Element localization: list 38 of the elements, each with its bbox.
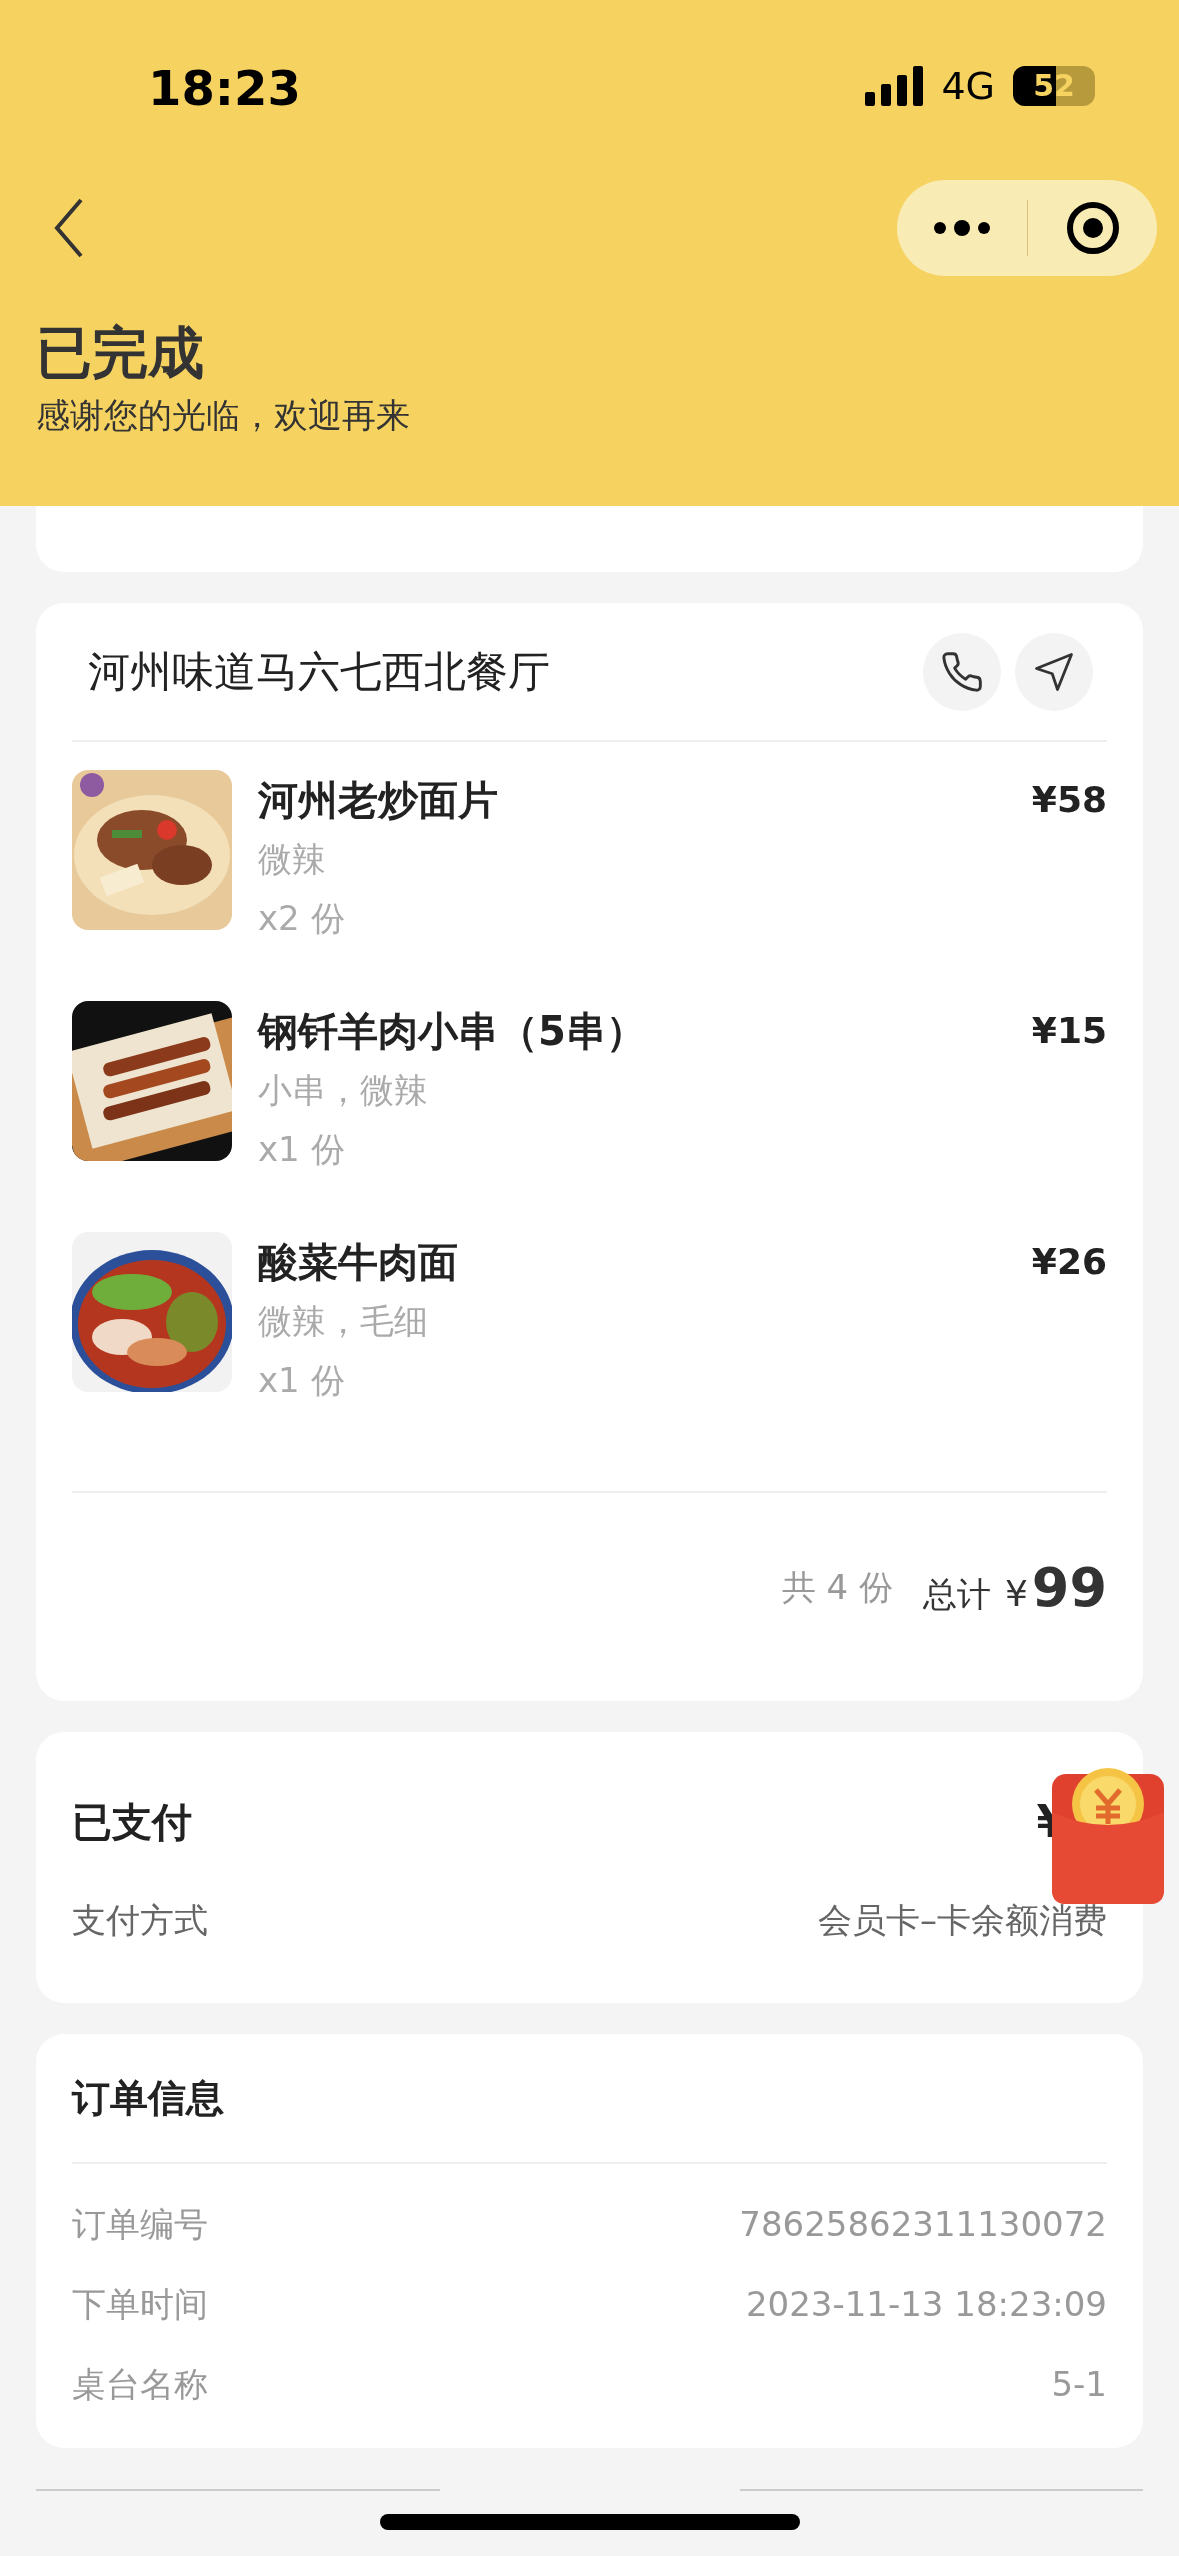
info-value: 78625862311130072 [739, 2202, 1107, 2246]
order-info-title: 订单信息 [72, 2074, 224, 2122]
dish-name: 河州老炒面片 [258, 776, 498, 825]
dish-options: 小串，微辣 [258, 1061, 1107, 1119]
phone-icon [940, 649, 984, 694]
info-label: 下单时间 [72, 2282, 208, 2326]
dish-name: 钢钎羊肉小串（5串） [258, 1007, 646, 1056]
total-currency: ¥ [1004, 1571, 1028, 1616]
dish-price: ¥26 [1031, 1240, 1107, 1284]
network-label: 4G [941, 67, 995, 105]
navigation-arrow-icon [1033, 650, 1075, 693]
total-amount: 99 [1031, 1554, 1107, 1621]
page-title: 已完成 [36, 319, 205, 387]
dish-price: ¥58 [1031, 778, 1107, 822]
status-time: 18:23 [148, 64, 301, 112]
dish-price: ¥15 [1031, 1009, 1107, 1053]
total-label: 总计 [922, 1572, 991, 1616]
page-subtitle: 感谢您的光临，欢迎再来 [36, 394, 410, 437]
info-label: 桌台名称 [72, 2362, 208, 2406]
target-icon [1065, 201, 1120, 255]
dish-options: 微辣，毛细 [258, 1292, 1107, 1350]
payment-method-label: 支付方式 [72, 1899, 208, 1942]
payment-status: 已支付 [72, 1798, 192, 1847]
item-count: 共 4 份 [781, 1565, 893, 1609]
dish-quantity: x1 份 [258, 1128, 346, 1171]
info-label: 订单编号 [72, 2202, 208, 2246]
back-icon [54, 198, 84, 258]
dish-name: 酸菜牛肉面 [258, 1238, 458, 1287]
restaurant-name: 河州味道马六七西北餐厅 [88, 646, 550, 698]
dish-quantity: x2 份 [258, 897, 346, 940]
payment-method-value: 会员卡–卡余额消费 [818, 1899, 1107, 1942]
dish-quantity: x1 份 [258, 1359, 346, 1402]
signal-icon [865, 66, 924, 106]
more-icon [933, 220, 991, 236]
gift-envelope-icon[interactable] [1052, 1768, 1164, 1904]
info-value: 2023-11-13 18:23:09 [745, 2282, 1107, 2326]
info-value: 5-1 [1051, 2362, 1107, 2406]
dish-options: 微辣 [258, 830, 1107, 888]
